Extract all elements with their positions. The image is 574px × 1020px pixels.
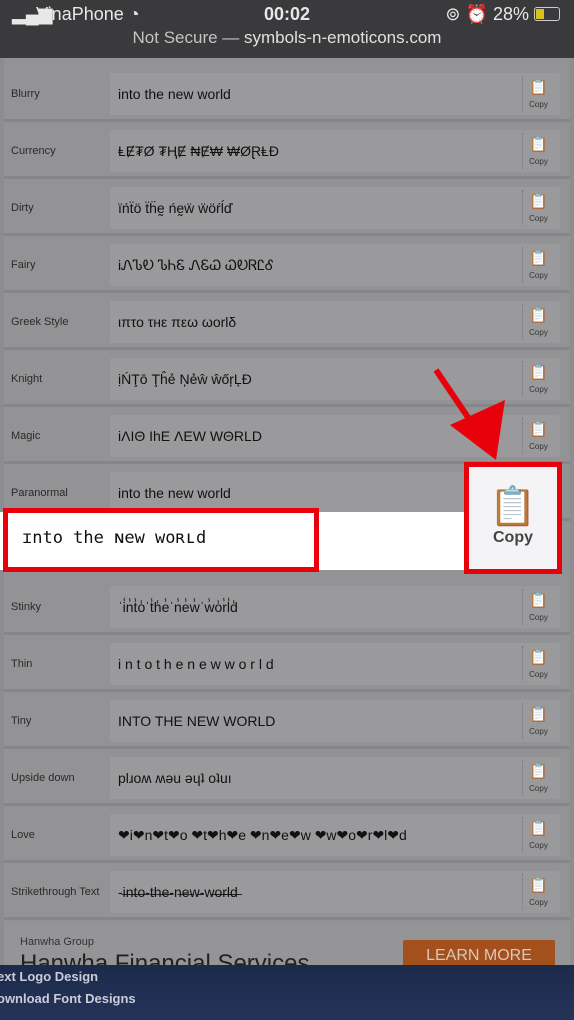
arrow-icon: [433, 368, 505, 460]
nav-link-text-logo[interactable]: ext Logo Design: [0, 969, 98, 984]
bottom-nav: ext Logo Design ownload Font Designs: [0, 965, 574, 1020]
nav-link-download-fonts[interactable]: ownload Font Designs: [0, 991, 136, 1006]
